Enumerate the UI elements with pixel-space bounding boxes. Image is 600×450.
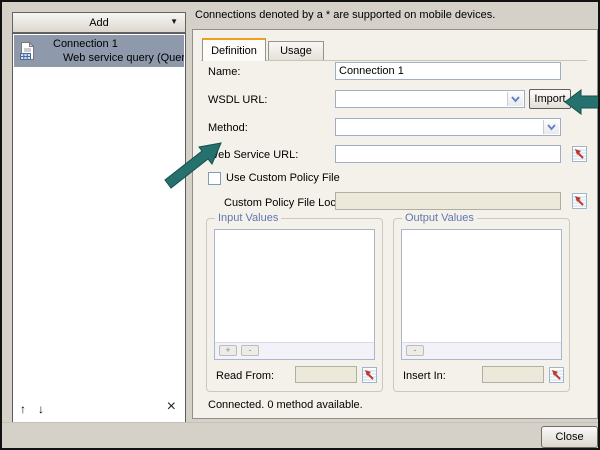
method-combobox[interactable]	[335, 118, 561, 136]
custom-policy-location-input	[335, 192, 561, 210]
connections-dialog: Add ▼ Connection 1 Web service query (Qu…	[0, 0, 600, 450]
web-service-url-label: Web Service URL:	[208, 149, 299, 161]
input-values-title: Input Values	[215, 212, 282, 224]
input-values-listbox[interactable]: + -	[214, 229, 375, 360]
remove-input-value-button[interactable]: -	[241, 345, 259, 356]
list-item-connection-1[interactable]: Connection 1 Web service query (Query as…	[14, 35, 184, 67]
output-values-toolbar: -	[402, 342, 561, 359]
expression-picker-icon[interactable]	[549, 367, 564, 383]
connection-status-text: Connected. 0 method available.	[208, 399, 363, 411]
connection-list[interactable]: Connection 1 Web service query (Query as…	[12, 33, 186, 423]
expression-picker-icon[interactable]	[362, 367, 377, 383]
chevron-down-icon: ▼	[170, 17, 178, 26]
add-input-value-button[interactable]: +	[219, 345, 237, 356]
list-reorder-bar: ↑ ↓ ×	[13, 399, 185, 420]
read-from-label: Read From:	[216, 370, 275, 382]
use-custom-policy-label: Use Custom Policy File	[226, 172, 340, 184]
definition-panel: Definition Usage Name: WSDL URL: Import …	[192, 29, 598, 419]
close-button-label: Close	[555, 431, 584, 443]
output-values-listbox[interactable]: -	[401, 229, 562, 360]
expression-picker-icon[interactable]	[572, 193, 587, 209]
web-service-query-icon	[18, 41, 36, 64]
method-label: Method:	[208, 122, 248, 134]
close-button[interactable]: Close	[541, 426, 598, 448]
output-values-group: Output Values - Insert In:	[393, 212, 570, 392]
wsdl-url-label: WSDL URL:	[208, 94, 268, 106]
chevron-down-icon[interactable]	[507, 92, 523, 106]
add-connection-button[interactable]: Add ▼	[12, 12, 186, 33]
tab-usage[interactable]: Usage	[268, 41, 324, 60]
insert-in-label: Insert In:	[403, 370, 446, 382]
bottom-divider	[2, 422, 598, 423]
insert-in-input	[482, 366, 544, 383]
connection-subtitle: Web service query (Query as a W	[63, 52, 184, 64]
move-down-icon[interactable]: ↓	[38, 402, 44, 416]
move-up-icon[interactable]: ↑	[20, 402, 26, 416]
import-button[interactable]: Import	[529, 89, 571, 109]
import-button-label: Import	[534, 93, 566, 105]
remove-output-value-button[interactable]: -	[406, 345, 424, 356]
tab-usage-label: Usage	[280, 45, 312, 57]
connection-title: Connection 1	[53, 38, 118, 50]
mobile-support-notice: Connections denoted by a * are supported…	[195, 9, 496, 21]
tab-definition[interactable]: Definition	[202, 38, 266, 61]
tab-definition-label: Definition	[211, 44, 257, 57]
name-input[interactable]	[335, 62, 561, 80]
web-service-url-input[interactable]	[335, 145, 561, 163]
wsdl-url-combobox[interactable]	[335, 90, 525, 108]
name-label: Name:	[208, 66, 241, 78]
chevron-down-icon[interactable]	[543, 120, 559, 134]
input-values-toolbar: + -	[215, 342, 374, 359]
delete-connection-icon[interactable]: ×	[167, 399, 176, 415]
output-values-title: Output Values	[402, 212, 477, 224]
read-from-input	[295, 366, 357, 383]
add-button-label: Add	[89, 16, 109, 29]
expression-picker-icon[interactable]	[572, 146, 587, 162]
use-custom-policy-checkbox[interactable]	[208, 172, 221, 185]
input-values-group: Input Values + - Read From:	[206, 212, 383, 392]
